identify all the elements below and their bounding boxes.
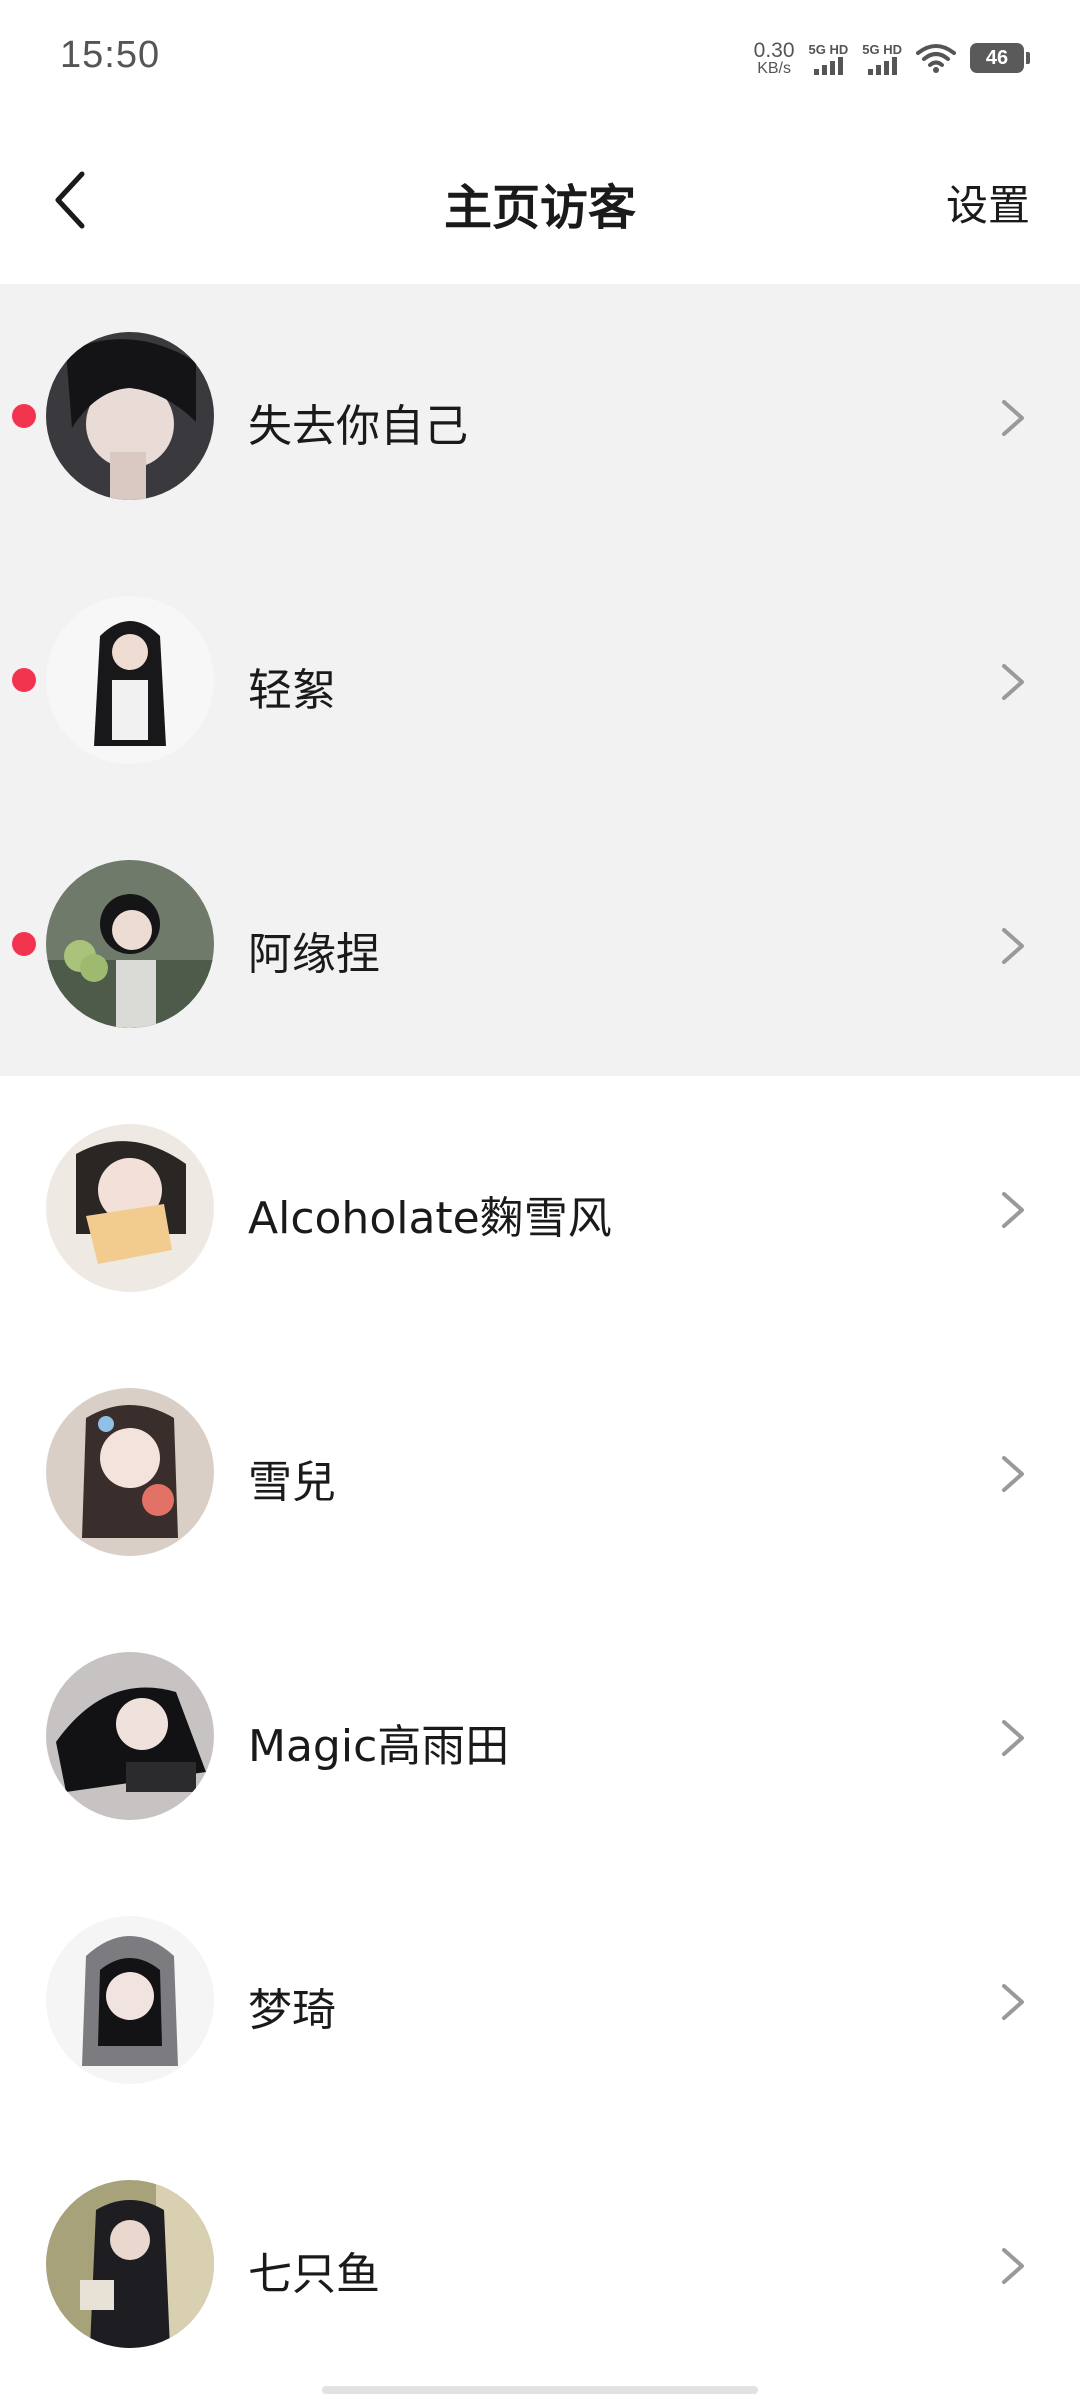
unread-dot <box>12 668 36 692</box>
status-bar: 15:50 0.30 KB/s 5G HD 5G HD 46 <box>0 0 1080 120</box>
visitor-row[interactable]: 失去你自己 <box>0 284 1080 548</box>
signal-sim2-icon: 5G HD <box>862 42 902 75</box>
battery-level: 46 <box>985 46 1009 69</box>
settings-button[interactable]: 设置 <box>946 172 1030 233</box>
network-speed-value: 0.30 <box>753 38 795 62</box>
avatar[interactable] <box>46 1916 214 2084</box>
avatar[interactable] <box>46 860 214 1028</box>
visitor-row[interactable]: 雪兒 <box>0 1340 1080 1604</box>
avatar[interactable] <box>46 332 214 500</box>
avatar[interactable] <box>46 596 214 764</box>
chevron-right-icon <box>1002 664 1024 700</box>
visitor-list: 失去你自己 轻絮 阿缘捏 Alcoholate麴雪风 雪兒 Magic高雨田 梦… <box>0 284 1080 2396</box>
visitor-row[interactable]: Alcoholate麴雪风 <box>0 1076 1080 1340</box>
page-title: 主页访客 <box>443 180 636 236</box>
chevron-right-icon <box>1002 1984 1024 2020</box>
visitor-name: 轻絮 <box>248 665 336 716</box>
wifi-icon <box>916 44 956 73</box>
avatar[interactable] <box>46 1124 214 1292</box>
avatar[interactable] <box>46 1652 214 1820</box>
chevron-right-icon <box>1002 928 1024 964</box>
signal-sim1-icon: 5G HD <box>808 41 849 75</box>
visitor-name: Magic高雨田 <box>248 1721 510 1772</box>
visitor-name: Alcoholate麴雪风 <box>248 1193 612 1244</box>
visitor-name: 七只鱼 <box>248 2249 380 2300</box>
chevron-right-icon <box>1002 1720 1024 1756</box>
visitor-row[interactable]: 轻絮 <box>0 548 1080 812</box>
visitor-name: 阿缘捏 <box>248 929 380 980</box>
visitor-name: 雪兒 <box>248 1457 336 1508</box>
chevron-right-icon <box>1002 1456 1024 1492</box>
home-indicator[interactable] <box>322 2386 758 2394</box>
status-icons: 0.30 KB/s 5G HD 5G HD 46 <box>754 36 1030 80</box>
avatar[interactable] <box>46 1388 214 1556</box>
chevron-right-icon <box>1002 1192 1024 1228</box>
visitor-name: 梦琦 <box>248 1985 336 2036</box>
sim1-label: 5G HD <box>808 41 849 57</box>
network-speed-unit: KB/s <box>757 59 791 77</box>
visitor-row[interactable]: 七只鱼 <box>0 2132 1080 2396</box>
nav-bar: 主页访客 设置 <box>0 120 1080 284</box>
visitor-row[interactable]: 阿缘捏 <box>0 812 1080 1076</box>
unread-dot <box>12 404 36 428</box>
unread-dot <box>12 932 36 956</box>
sim2-label: 5G HD <box>862 41 902 57</box>
chevron-right-icon <box>1002 2248 1024 2284</box>
network-speed: 0.30 KB/s <box>754 40 795 77</box>
visitor-name: 失去你自己 <box>248 401 468 452</box>
visitor-row[interactable]: 梦琦 <box>0 1868 1080 2132</box>
status-time: 15:50 <box>60 34 161 76</box>
visitor-row[interactable]: Magic高雨田 <box>0 1604 1080 1868</box>
battery-icon: 46 <box>970 43 1030 73</box>
chevron-right-icon <box>1002 400 1024 436</box>
avatar[interactable] <box>46 2180 214 2348</box>
